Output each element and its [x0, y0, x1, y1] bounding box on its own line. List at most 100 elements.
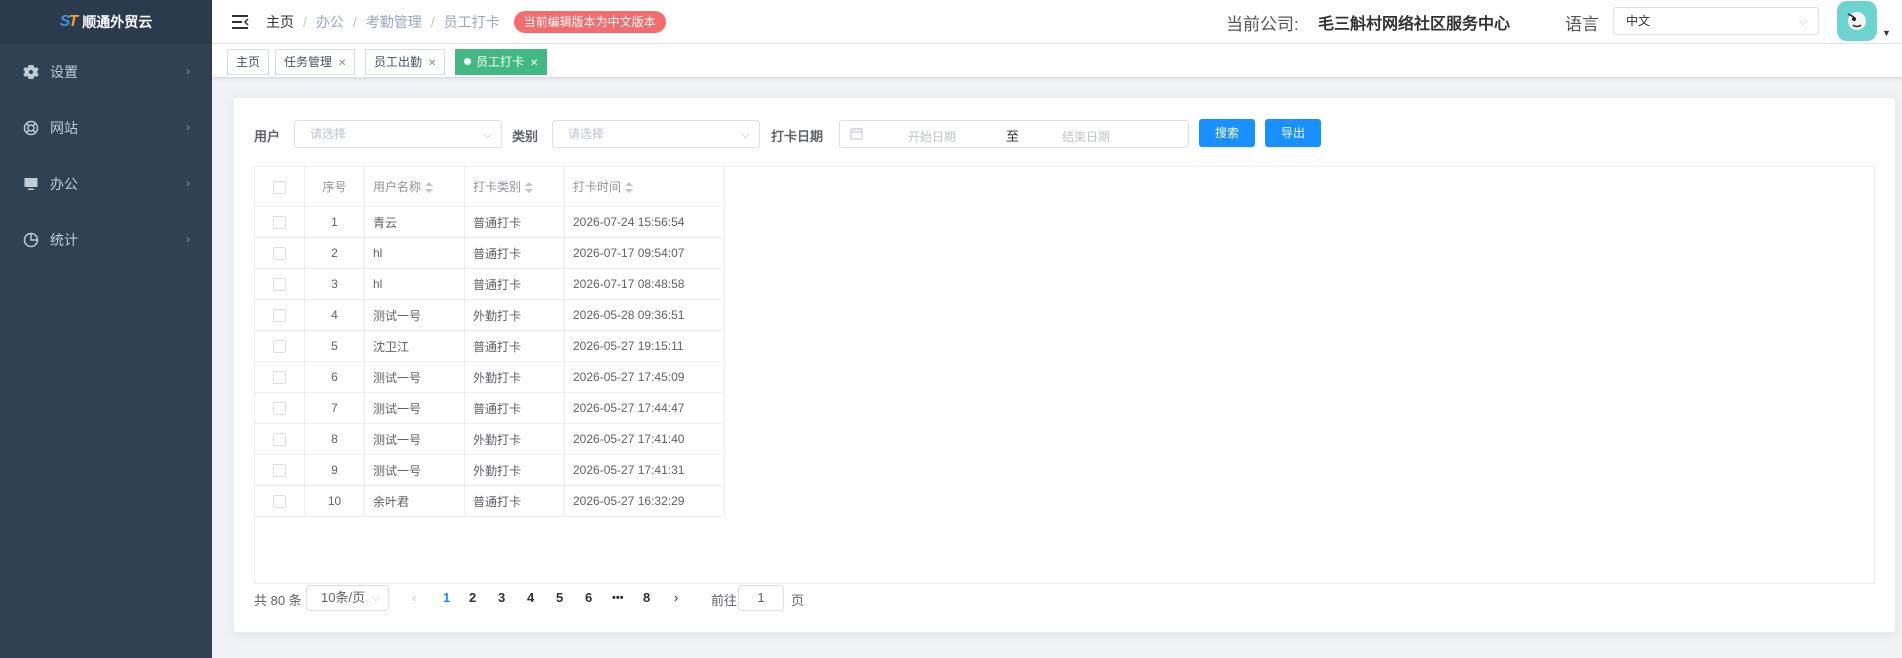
table-row[interactable]: 6 测试一号 外勤打卡 2026-05-27 17:45:09 [254, 361, 725, 393]
tag-label: 员工出勤 [374, 55, 423, 69]
close-icon[interactable]: ✕ [428, 58, 436, 69]
table-row[interactable]: 7 测试一号 普通打卡 2026-05-27 17:44:47 [254, 392, 725, 424]
tag-home[interactable]: 主页 [227, 49, 270, 75]
table-row[interactable]: 4 测试一号 外勤打卡 2026-05-28 09:36:51 [254, 299, 725, 331]
date-filter-label: 打卡日期 [771, 129, 824, 144]
close-icon[interactable]: ✕ [338, 58, 346, 69]
sort-icon[interactable] [425, 182, 434, 194]
row-checkbox[interactable] [273, 464, 286, 478]
sort-icon[interactable] [625, 182, 634, 194]
table-row[interactable]: 3 hl 普通打卡 2026-07-17 08:48:58 [254, 268, 725, 300]
chevron-down-icon: ⌵ [1798, 14, 1808, 28]
more-pages-button[interactable]: ••• [612, 592, 624, 604]
page-size-value: 10条/页 [321, 590, 366, 605]
page-button[interactable]: 6 [585, 590, 592, 605]
tag-label: 员工打卡 [476, 55, 525, 69]
hamburger-menu-icon[interactable] [228, 10, 252, 34]
cell-no: 3 [304, 268, 365, 300]
row-checkbox[interactable] [273, 216, 286, 230]
gear-icon [22, 63, 40, 81]
breadcrumb: 主页 / 办公 / 考勤管理 / 员工打卡 [266, 12, 500, 32]
column-header-type[interactable]: 打卡类别 [464, 166, 565, 207]
pagination: 共 80 条 10条/页 ⌵ ‹ 1 2 3 4 5 6 ••• 8 › 前往 … [254, 584, 1054, 612]
tag-task-management[interactable]: 任务管理 ✕ [275, 49, 356, 75]
close-icon[interactable]: ✕ [530, 58, 538, 69]
table-row[interactable]: 10 余叶君 普通打卡 2026-05-27 16:32:29 [254, 485, 725, 517]
cell-user: 测试一号 [364, 299, 465, 331]
cell-no: 6 [304, 361, 365, 393]
cell-no: 8 [304, 423, 365, 455]
page-button[interactable]: 8 [643, 590, 650, 605]
table-row[interactable]: 5 沈卫江 普通打卡 2026-05-27 19:15:11 [254, 330, 725, 362]
company-name: 毛三斛村网络社区服务中心 [1318, 16, 1511, 33]
row-select-cell [254, 330, 305, 362]
select-all-checkbox[interactable] [273, 180, 286, 194]
sidebar-item-label: 统计 [50, 232, 78, 248]
row-checkbox[interactable] [273, 402, 286, 416]
start-date-input[interactable]: 开始日期 [908, 128, 956, 145]
user-select[interactable]: 请选择 ⌵ [294, 120, 502, 148]
page-size-select[interactable]: 10条/页 ⌵ [306, 585, 389, 611]
cell-type: 外勤打卡 [464, 361, 565, 393]
row-checkbox[interactable] [273, 495, 286, 509]
cell-user: 余叶君 [364, 485, 465, 517]
avatar[interactable] [1837, 1, 1877, 41]
row-checkbox[interactable] [273, 433, 286, 447]
table-row[interactable]: 2 hl 普通打卡 2026-07-17 09:54:07 [254, 237, 725, 269]
sidebar-item-statistics[interactable]: 统计 › [0, 212, 212, 268]
page-button[interactable]: 3 [498, 590, 505, 605]
cell-no: 4 [304, 299, 365, 331]
tag-employee-attendance[interactable]: 员工出勤 ✕ [365, 49, 446, 75]
table-row[interactable]: 1 青云 普通打卡 2026-07-24 15:56:54 [254, 206, 725, 238]
sidebar-item-office[interactable]: 办公 › [0, 156, 212, 212]
date-range-picker[interactable]: 开始日期 至 结束日期 [839, 120, 1189, 148]
goto-suffix: 页 [791, 593, 805, 608]
page-button[interactable]: 1 [443, 590, 450, 605]
app-logo[interactable]: ST 顺通外贸云 [0, 0, 212, 44]
sort-icon[interactable] [525, 182, 534, 194]
breadcrumb-home[interactable]: 主页 [266, 12, 294, 32]
column-header-label: 打卡类别 [473, 180, 522, 194]
avatar-dropdown-icon[interactable]: ▼ [1882, 28, 1891, 38]
user-select-placeholder: 请选择 [310, 127, 347, 141]
row-checkbox[interactable] [273, 309, 286, 323]
row-select-cell [254, 299, 305, 331]
breadcrumb-separator: / [303, 13, 307, 30]
row-select-cell [254, 237, 305, 269]
cell-type: 普通打卡 [464, 237, 565, 269]
sidebar-item-label: 办公 [50, 176, 78, 192]
row-checkbox[interactable] [273, 247, 286, 261]
column-header-label: 用户名称 [373, 180, 422, 194]
calendar-icon [850, 127, 863, 143]
date-range-separator: 至 [1006, 129, 1020, 144]
type-select[interactable]: 请选择 ⌵ [552, 120, 760, 148]
row-checkbox[interactable] [273, 278, 286, 292]
row-checkbox[interactable] [273, 371, 286, 385]
table-row[interactable]: 9 测试一号 外勤打卡 2026-05-27 17:41:31 [254, 454, 725, 486]
export-button[interactable]: 导出 [1265, 119, 1321, 147]
cell-user: hl [364, 237, 465, 269]
chevron-right-icon: › [186, 232, 190, 246]
prev-page-button[interactable]: ‹ [412, 590, 416, 605]
goto-page-input[interactable]: 1 [738, 585, 784, 611]
table-row[interactable]: 8 测试一号 外勤打卡 2026-05-27 17:41:40 [254, 423, 725, 455]
column-header-time[interactable]: 打卡时间 [564, 166, 725, 207]
page-button[interactable]: 4 [527, 590, 534, 605]
tag-employee-checkin[interactable]: 员工打卡 ✕ [455, 49, 548, 75]
goto-label: 前往 [711, 593, 738, 608]
column-header-user[interactable]: 用户名称 [364, 166, 465, 207]
page-button[interactable]: 2 [469, 590, 476, 605]
cell-time: 2026-05-27 16:32:29 [564, 485, 725, 517]
end-date-input[interactable]: 结束日期 [1062, 128, 1110, 145]
next-page-button[interactable]: › [674, 590, 678, 605]
language-select[interactable]: 中文 ⌵ [1613, 7, 1819, 35]
search-button[interactable]: 搜索 [1199, 119, 1255, 147]
row-checkbox[interactable] [273, 340, 286, 354]
sidebar-item-website[interactable]: 网站 › [0, 100, 212, 156]
row-select-cell [254, 454, 305, 486]
sidebar-item-settings[interactable]: 设置 › [0, 44, 212, 100]
row-select-cell [254, 485, 305, 517]
page-button[interactable]: 5 [556, 590, 563, 605]
cell-user: 测试一号 [364, 423, 465, 455]
cell-time: 2026-05-28 09:36:51 [564, 299, 725, 331]
